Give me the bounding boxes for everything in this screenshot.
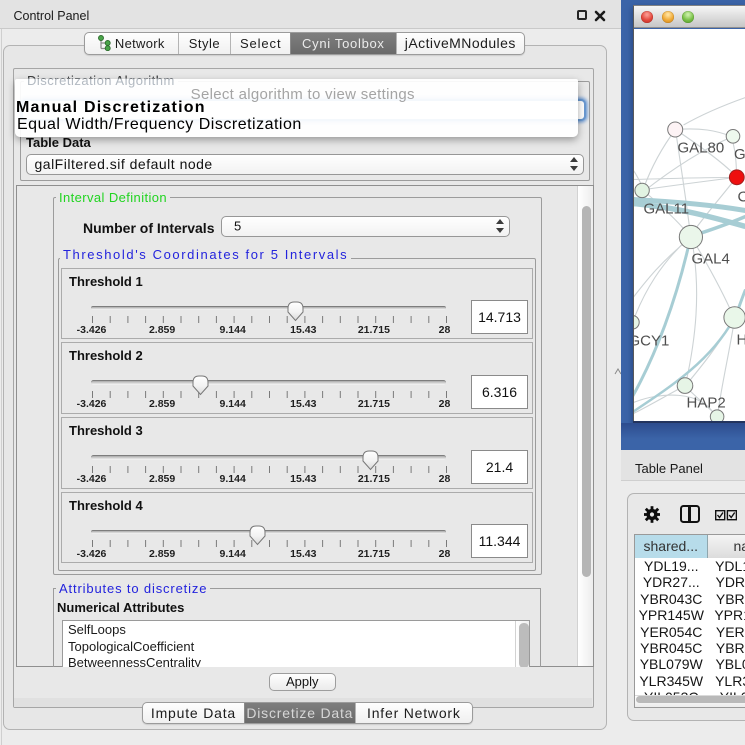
svg-text:C: C [737, 188, 745, 205]
svg-text:GCY1: GCY1 [634, 332, 669, 349]
svg-text:GA: GA [734, 146, 745, 163]
svg-text:GAL80: GAL80 [677, 139, 724, 156]
svg-text:HAP2: HAP2 [686, 394, 725, 411]
svg-text:GAL4: GAL4 [691, 250, 729, 267]
svg-text:H: H [736, 331, 745, 348]
svg-text:GAL11: GAL11 [643, 200, 689, 217]
